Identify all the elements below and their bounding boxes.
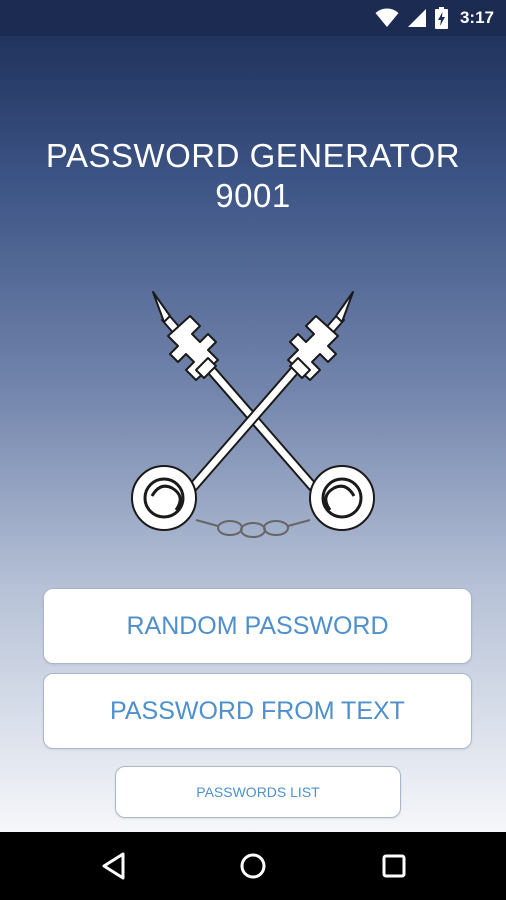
status-time: 3:17 — [459, 8, 494, 27]
app-body: PASSWORD GENERATOR 9001 RANDOM PASSWORD … — [0, 36, 506, 832]
password-from-text-button[interactable]: PASSWORD FROM TEXT — [43, 673, 472, 749]
home-icon[interactable] — [229, 842, 277, 890]
passwords-list-button[interactable]: PASSWORDS LIST — [115, 766, 401, 818]
battery-charging-icon — [434, 7, 448, 29]
cellular-signal-icon — [407, 9, 426, 27]
crossed-keys-icon — [131, 291, 375, 538]
app-title-line2: 9001 — [215, 177, 291, 214]
random-password-button[interactable]: RANDOM PASSWORD — [43, 588, 472, 664]
status-bar: 3:17 — [0, 0, 506, 36]
wifi-icon — [375, 8, 399, 27]
navigation-bar — [0, 832, 506, 900]
app-title-line1: PASSWORD GENERATOR — [45, 137, 461, 174]
recents-icon[interactable] — [370, 842, 418, 890]
app-title: PASSWORD GENERATOR 9001 — [0, 136, 506, 216]
status-icons: 3:17 — [375, 6, 494, 30]
back-icon[interactable] — [90, 842, 138, 890]
